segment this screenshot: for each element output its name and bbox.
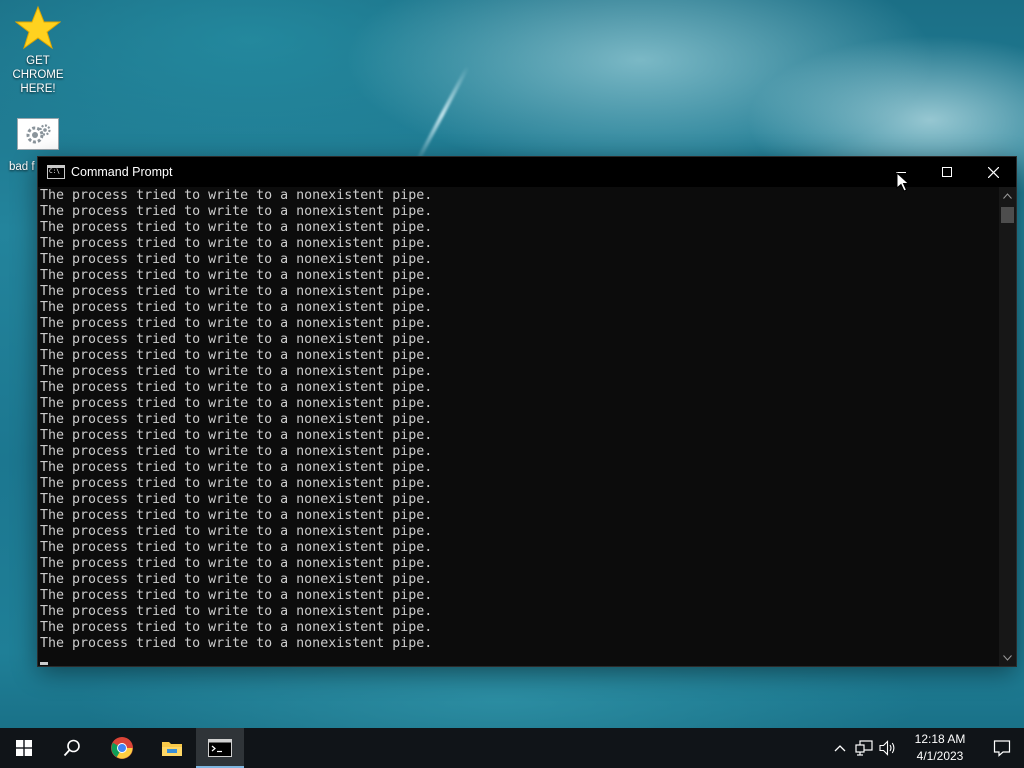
clock-date: 4/1/2023: [916, 749, 964, 763]
console-line: The process tried to write to a nonexist…: [40, 332, 433, 347]
console-line: The process tried to write to a nonexist…: [40, 428, 433, 443]
show-hidden-icons-button[interactable]: [828, 728, 852, 768]
desktop: GET CHROME HERE! bad f Command Prompt: [0, 0, 1024, 768]
start-button[interactable]: [0, 728, 48, 768]
text-cursor: [40, 662, 48, 665]
console-line: The process tried to write to a nonexist…: [40, 540, 433, 555]
star-icon: [14, 4, 62, 52]
system-tray: 12:18 AM 4/1/2023: [828, 728, 1024, 768]
taskbar: 12:18 AM 4/1/2023: [0, 728, 1024, 768]
console-line: The process tried to write to a nonexist…: [40, 572, 433, 587]
console-line: The process tried to write to a nonexist…: [40, 188, 433, 203]
desktop-icon-get-chrome[interactable]: GET CHROME HERE!: [0, 4, 76, 96]
console-line: The process tried to write to a nonexist…: [40, 444, 433, 459]
console-line: The process tried to write to a nonexist…: [40, 268, 433, 283]
console-line: The process tried to write to a nonexist…: [40, 620, 433, 635]
chrome-taskbar-button[interactable]: [98, 728, 146, 768]
console-line: The process tried to write to a nonexist…: [40, 364, 433, 379]
console-line: The process tried to write to a nonexist…: [40, 460, 433, 475]
console-line: The process tried to write to a nonexist…: [40, 508, 433, 523]
scroll-down-button[interactable]: [999, 649, 1016, 666]
mouse-pointer-icon: [896, 172, 910, 192]
command-prompt-window: Command Prompt: [38, 157, 1016, 666]
desktop-icon-label: GET CHROME HERE!: [12, 55, 64, 95]
window-title: Command Prompt: [71, 165, 173, 179]
vertical-scrollbar[interactable]: [999, 187, 1016, 666]
volume-button[interactable]: [876, 728, 900, 768]
network-icon: [855, 740, 873, 756]
maximize-icon: [942, 167, 952, 177]
cmd-icon: [208, 739, 232, 757]
console-line: The process tried to write to a nonexist…: [40, 380, 433, 395]
close-button[interactable]: [970, 157, 1016, 187]
console-line: The process tried to write to a nonexist…: [40, 588, 433, 603]
console-line: The process tried to write to a nonexist…: [40, 284, 433, 299]
cmd-icon: [47, 165, 65, 179]
console-line: The process tried to write to a nonexist…: [40, 220, 433, 235]
close-icon: [987, 166, 999, 178]
console-line: The process tried to write to a nonexist…: [40, 236, 433, 251]
clock-time: 12:18 AM: [914, 732, 966, 746]
console-line: The process tried to write to a nonexist…: [40, 524, 433, 539]
console-line: The process tried to write to a nonexist…: [40, 604, 433, 619]
console-line: The process tried to write to a nonexist…: [40, 556, 433, 571]
search-icon: [63, 739, 80, 757]
console-line: The process tried to write to a nonexist…: [40, 492, 433, 507]
console-line: The process tried to write to a nonexist…: [40, 476, 433, 491]
wallpaper-streak: [414, 65, 470, 165]
console-line: The process tried to write to a nonexist…: [40, 252, 433, 267]
chevron-up-icon: [834, 745, 846, 752]
scroll-thumb[interactable]: [1001, 207, 1014, 223]
network-button[interactable]: [852, 728, 876, 768]
scroll-up-button[interactable]: [999, 187, 1016, 204]
console-line: The process tried to write to a nonexist…: [40, 396, 433, 411]
chevron-up-icon: [1003, 192, 1012, 199]
cmd-taskbar-button[interactable]: [196, 728, 244, 768]
console-line: The process tried to write to a nonexist…: [40, 636, 433, 651]
chrome-icon: [111, 737, 133, 759]
volume-icon: [879, 740, 895, 756]
console-line: The process tried to write to a nonexist…: [40, 300, 433, 315]
maximize-button[interactable]: [924, 157, 970, 187]
notification-icon: [993, 740, 1011, 757]
settings-file-icon: [14, 110, 62, 158]
console-line: The process tried to write to a nonexist…: [40, 316, 433, 331]
window-titlebar[interactable]: Command Prompt: [38, 157, 1016, 187]
console-output[interactable]: The process tried to write to a nonexist…: [38, 187, 998, 666]
file-explorer-icon: [162, 742, 182, 756]
windows-start-icon: [16, 740, 32, 756]
console-line: The process tried to write to a nonexist…: [40, 204, 433, 219]
taskbar-clock[interactable]: 12:18 AM 4/1/2023: [904, 731, 976, 765]
action-center-button[interactable]: [980, 728, 1024, 768]
console-line: The process tried to write to a nonexist…: [40, 412, 433, 427]
console-line: The process tried to write to a nonexist…: [40, 348, 433, 363]
chevron-down-icon: [1003, 654, 1012, 661]
file-explorer-taskbar-button[interactable]: [148, 728, 196, 768]
search-button[interactable]: [48, 728, 96, 768]
